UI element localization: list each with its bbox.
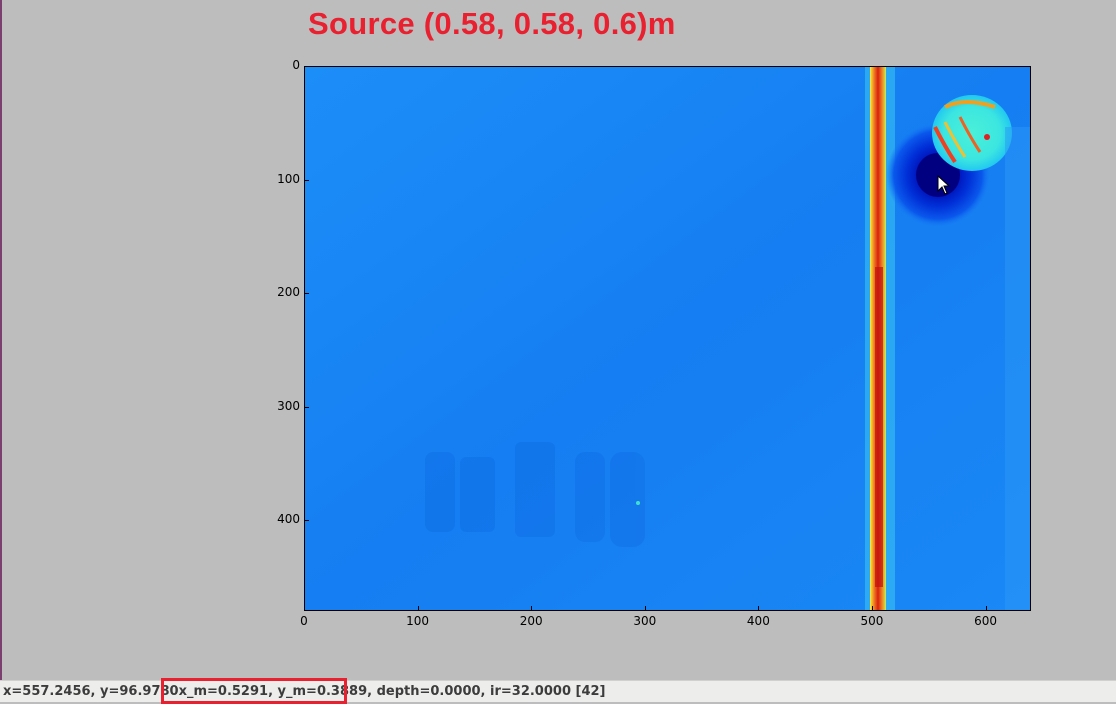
- mouse-pointer-icon: [937, 175, 951, 195]
- y-tick-label: 100: [277, 171, 300, 186]
- status-metric: x_m=0.5291, y_m=0.3889: [178, 684, 368, 699]
- status-bar: x=557.2456, y=96.9780x_m=0.5291, y_m=0.3…: [0, 680, 1116, 702]
- y-tick-label: 0: [292, 58, 300, 72]
- x-tick-mark: [985, 606, 987, 611]
- x-tick-label: 100: [406, 614, 430, 628]
- x-tick-label: 0: [300, 614, 308, 628]
- x-tick-mark: [758, 606, 760, 611]
- x-tick-mark: [417, 606, 419, 611]
- y-tick-mark: [304, 66, 309, 67]
- x-tick-mark: [871, 606, 873, 611]
- x-tick-label: 200: [519, 614, 543, 628]
- y-tick-label: 300: [277, 398, 300, 413]
- window-border: [0, 0, 2, 680]
- status-text: x=557.2456, y=96.9780x_m=0.5291, y_m=0.3…: [3, 684, 606, 699]
- depth-image[interactable]: [305, 67, 1031, 611]
- x-tick-label: 600: [974, 614, 998, 628]
- annotation-title: Source (0.58, 0.58, 0.6)m: [308, 6, 676, 41]
- x-tick-mark: [531, 606, 533, 611]
- x-tick-label: 300: [633, 614, 657, 628]
- y-tick-mark: [304, 293, 309, 295]
- y-tick-mark: [304, 406, 309, 408]
- x-tick-mark: [304, 606, 305, 611]
- matplotlib-window: Source (0.58, 0.58, 0.6)m x=557.2456, y=…: [0, 0, 1116, 704]
- y-tick-mark: [304, 179, 309, 181]
- x-tick-label: 500: [860, 614, 884, 628]
- status-extra: depth=0.0000, ir=32.0000 [42]: [376, 684, 606, 699]
- depth-image-axes[interactable]: [304, 66, 1031, 611]
- y-tick-mark: [304, 520, 309, 522]
- status-coords: x=557.2456, y=96.9780: [3, 684, 179, 699]
- x-tick-mark: [644, 606, 646, 611]
- y-tick-label: 400: [277, 512, 300, 527]
- x-tick-label: 400: [746, 614, 770, 628]
- y-tick-label: 200: [277, 285, 300, 300]
